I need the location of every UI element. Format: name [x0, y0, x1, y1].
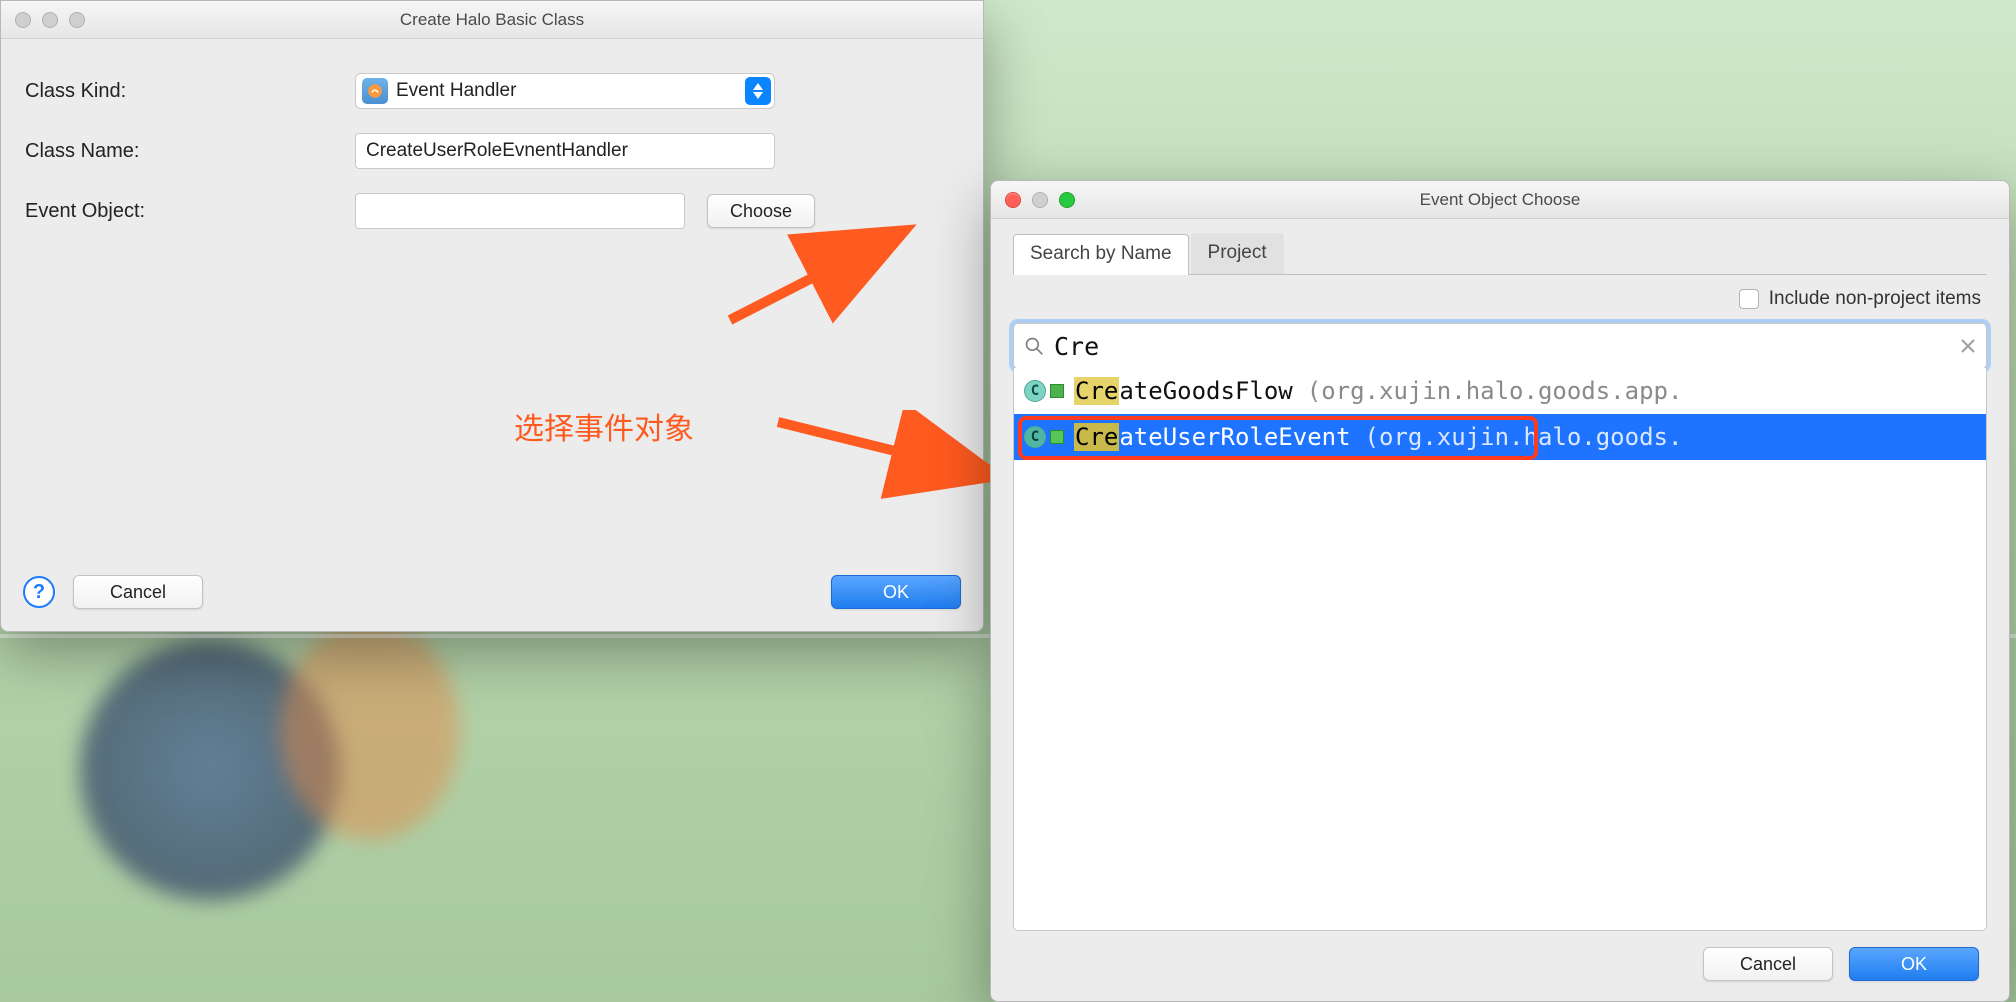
include-nonproject-label: Include non-project items: [1769, 288, 1981, 310]
class-kind-select[interactable]: Event Handler: [355, 73, 775, 109]
annotation-label: 选择事件对象: [514, 404, 694, 448]
search-icon: [1024, 336, 1044, 356]
zoom-icon[interactable]: [1059, 192, 1075, 208]
class-name-input[interactable]: [355, 133, 775, 169]
minimize-icon[interactable]: [1032, 192, 1048, 208]
create-class-dialog: Create Halo Basic Class Class Kind: Even…: [0, 0, 984, 632]
package-icon: [1050, 384, 1064, 398]
select-arrows-icon: [745, 77, 771, 105]
dialog-title: Event Object Choose: [991, 190, 2009, 210]
result-package: (org.xujin.halo.goods.: [1365, 423, 1683, 451]
search-input[interactable]: Cre: [1013, 323, 1987, 369]
clear-icon[interactable]: [1960, 338, 1976, 354]
close-icon[interactable]: [1005, 192, 1021, 208]
class-kind-label: Class Kind:: [25, 80, 355, 103]
event-object-label: Event Object:: [25, 200, 355, 223]
class-icon: C: [1024, 426, 1046, 448]
dialog-title: Create Halo Basic Class: [1, 10, 983, 30]
bg-blob: [280, 620, 460, 840]
close-icon[interactable]: [15, 12, 31, 28]
result-row[interactable]: C CreateUserRoleEvent (org.xujin.halo.go…: [1014, 414, 1986, 460]
event-object-choose-dialog: Event Object Choose Search by Name Proje…: [990, 180, 2010, 1002]
result-row[interactable]: C CreateGoodsFlow (org.xujin.halo.goods.…: [1014, 368, 1986, 414]
titlebar[interactable]: Event Object Choose: [991, 181, 2009, 219]
cancel-button[interactable]: Cancel: [1703, 947, 1833, 981]
class-kind-value: Event Handler: [396, 80, 516, 102]
result-name: CreateGoodsFlow: [1074, 377, 1293, 405]
minimize-icon[interactable]: [42, 12, 58, 28]
titlebar[interactable]: Create Halo Basic Class: [1, 1, 983, 39]
ok-button[interactable]: OK: [831, 575, 961, 609]
package-icon: [1050, 430, 1064, 444]
tabs: Search by Name Project: [1013, 233, 1987, 275]
cancel-button[interactable]: Cancel: [73, 575, 203, 609]
tab-search-by-name[interactable]: Search by Name: [1013, 234, 1189, 275]
desktop: Create Halo Basic Class Class Kind: Even…: [0, 0, 2016, 1002]
event-object-input[interactable]: [355, 193, 685, 229]
match-highlight: Cre: [1074, 377, 1119, 405]
choose-button[interactable]: Choose: [707, 194, 815, 228]
result-package: (org.xujin.halo.goods.app.: [1307, 377, 1683, 405]
class-icon: C: [1024, 380, 1046, 402]
match-highlight: Cre: [1074, 423, 1119, 451]
ok-button[interactable]: OK: [1849, 947, 1979, 981]
search-query: Cre: [1054, 332, 1950, 361]
class-name-label: Class Name:: [25, 140, 355, 163]
result-name: CreateUserRoleEvent: [1074, 423, 1351, 451]
event-handler-icon: [362, 78, 388, 104]
tab-project[interactable]: Project: [1191, 233, 1284, 274]
results-list: C CreateGoodsFlow (org.xujin.halo.goods.…: [1013, 368, 1987, 931]
include-nonproject-checkbox[interactable]: [1739, 289, 1759, 309]
zoom-icon[interactable]: [69, 12, 85, 28]
help-button[interactable]: ?: [23, 576, 55, 608]
